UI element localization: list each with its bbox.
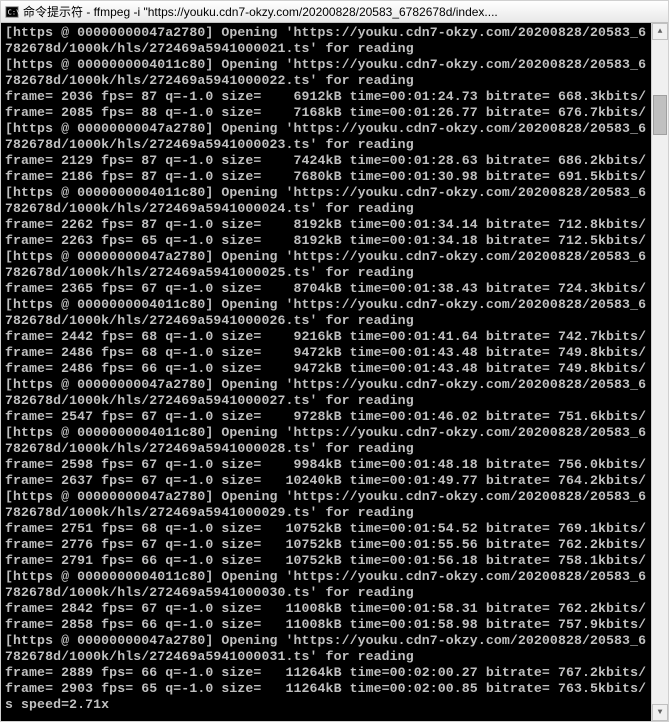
scroll-track[interactable] [652, 40, 668, 704]
scroll-down-button[interactable]: ▼ [652, 704, 668, 721]
console-body: [https @ 00000000047a2780] Opening 'http… [1, 23, 668, 721]
terminal-window: C:\ 命令提示符 - ffmpeg -i "https://youku.cdn… [0, 0, 669, 722]
scroll-thumb[interactable] [653, 95, 667, 135]
vertical-scrollbar[interactable]: ▲ ▼ [651, 23, 668, 721]
window-title: 命令提示符 - ffmpeg -i "https://youku.cdn7-ok… [23, 3, 664, 20]
scroll-up-button[interactable]: ▲ [652, 23, 668, 40]
console-output[interactable]: [https @ 00000000047a2780] Opening 'http… [1, 23, 651, 721]
svg-text:C:\: C:\ [8, 8, 19, 16]
cmd-icon: C:\ [5, 5, 19, 19]
titlebar[interactable]: C:\ 命令提示符 - ffmpeg -i "https://youku.cdn… [1, 1, 668, 23]
